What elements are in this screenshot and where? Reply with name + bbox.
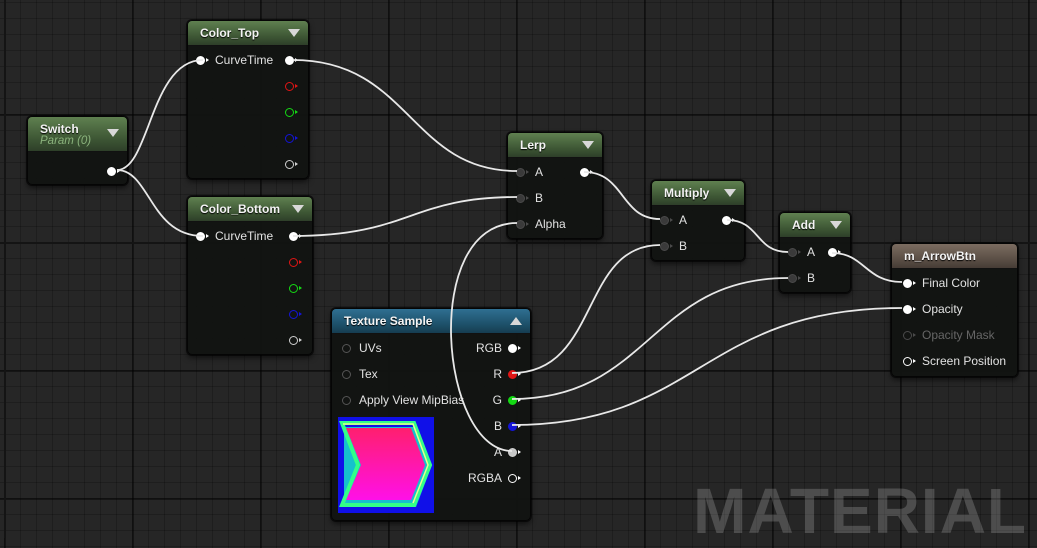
texture-sample-node[interactable]: Texture Sample UVs Tex Apply View MipBia… <box>331 308 531 521</box>
color-top-curvetime-label: CurveTime <box>215 53 274 67</box>
texture-preview-thumbnail <box>338 417 434 513</box>
wire-texture-g-to-add-b <box>511 277 789 400</box>
final-color-input-pin[interactable] <box>903 279 916 288</box>
material-result-node-title: m_ArrowBtn <box>904 249 977 263</box>
texture-sample-node-title: Texture Sample <box>344 314 433 328</box>
multiply-node[interactable]: Multiply A B <box>651 180 745 261</box>
color-bottom-curvetime-input-pin[interactable] <box>196 232 209 241</box>
color-bottom-b-output-pin[interactable] <box>289 310 302 319</box>
collapse-arrow-icon[interactable] <box>510 317 522 325</box>
material-result-node[interactable]: m_ArrowBtn Final Color Opacity Opacity M… <box>891 243 1018 377</box>
lerp-node-title: Lerp <box>520 138 547 152</box>
switch-node[interactable]: Switch Param (0) <box>27 116 128 185</box>
add-a-label: A <box>807 245 816 259</box>
color-bottom-output-pin[interactable] <box>289 232 302 241</box>
wire-color-top-to-lerp-a <box>292 59 518 172</box>
texture-sample-node-header[interactable]: Texture Sample <box>332 309 530 334</box>
switch-node-subtitle: Param (0) <box>40 135 92 147</box>
color-top-a-output-pin[interactable] <box>285 160 298 169</box>
color-top-node-header[interactable]: Color_Top <box>188 21 308 46</box>
color-top-node-title: Color_Top <box>200 26 260 40</box>
lerp-node[interactable]: Lerp A B Alpha <box>507 132 603 239</box>
collapse-arrow-icon[interactable] <box>582 141 594 149</box>
lerp-node-header[interactable]: Lerp <box>508 133 602 158</box>
color-bottom-curvetime-label: CurveTime <box>215 229 274 243</box>
texture-rgba-output-pin[interactable] <box>508 474 521 483</box>
add-node-header[interactable]: Add <box>780 213 850 238</box>
multiply-a-input-pin[interactable] <box>660 216 673 225</box>
collapse-arrow-icon[interactable] <box>724 189 736 197</box>
wire-texture-b-to-opacity <box>511 307 903 426</box>
texture-r-label: R <box>493 367 502 381</box>
add-output-pin[interactable] <box>828 248 841 257</box>
collapse-arrow-icon[interactable] <box>107 129 119 137</box>
lerp-alpha-label: Alpha <box>535 217 566 231</box>
add-node-title: Add <box>792 218 816 232</box>
color-top-g-output-pin[interactable] <box>285 108 298 117</box>
add-a-input-pin[interactable] <box>788 248 801 257</box>
add-node[interactable]: Add A B <box>779 212 851 293</box>
texture-g-output-pin[interactable] <box>508 396 521 405</box>
screen-position-input-pin[interactable] <box>903 357 916 366</box>
multiply-output-pin[interactable] <box>722 216 735 225</box>
texture-rgba-label: RGBA <box>467 471 502 485</box>
texture-b-label: B <box>493 419 502 433</box>
wire-texture-r-to-multiply-b <box>511 244 661 374</box>
material-result-node-header[interactable]: m_ArrowBtn <box>892 244 1017 269</box>
lerp-a-label: A <box>535 165 544 179</box>
final-color-label: Final Color <box>922 276 981 290</box>
texture-tex-input-pin[interactable] <box>342 370 351 379</box>
texture-tex-label: Tex <box>359 367 378 381</box>
lerp-b-label: B <box>535 191 544 205</box>
add-b-input-pin[interactable] <box>788 274 801 283</box>
switch-node-header[interactable]: Switch Param (0) <box>28 117 127 152</box>
add-b-label: B <box>807 271 816 285</box>
texture-a-output-pin[interactable] <box>508 448 521 457</box>
color-bottom-node[interactable]: Color_Bottom CurveTime <box>187 196 313 355</box>
texture-rgb-label: RGB <box>475 341 502 355</box>
switch-node-title: Switch <box>40 122 79 136</box>
lerp-a-input-pin[interactable] <box>516 168 529 177</box>
color-top-output-pin[interactable] <box>285 56 298 65</box>
color-bottom-node-title: Color_Bottom <box>200 202 280 216</box>
texture-uvs-input-pin[interactable] <box>342 344 351 353</box>
texture-r-output-pin[interactable] <box>508 370 521 379</box>
multiply-node-title: Multiply <box>664 186 710 200</box>
wire-color-bottom-to-lerp-b <box>292 196 518 237</box>
color-top-r-output-pin[interactable] <box>285 82 298 91</box>
color-top-curvetime-input-pin[interactable] <box>196 56 209 65</box>
opacity-mask-input-pin[interactable] <box>903 331 916 340</box>
lerp-b-input-pin[interactable] <box>516 194 529 203</box>
color-top-node[interactable]: Color_Top CurveTime <box>187 20 309 179</box>
lerp-output-pin[interactable] <box>580 168 593 177</box>
texture-uvs-label: UVs <box>359 341 382 355</box>
texture-a-label: A <box>493 445 502 459</box>
texture-mipbias-label: Apply View MipBias <box>359 393 465 407</box>
color-bottom-a-output-pin[interactable] <box>289 336 302 345</box>
texture-g-label: G <box>492 393 502 407</box>
collapse-arrow-icon[interactable] <box>292 205 304 213</box>
multiply-b-label: B <box>679 239 688 253</box>
texture-mipbias-input-pin[interactable] <box>342 396 351 405</box>
opacity-input-pin[interactable] <box>903 305 916 314</box>
material-watermark: MATERIAL <box>693 475 1027 547</box>
lerp-alpha-input-pin[interactable] <box>516 220 529 229</box>
multiply-a-label: A <box>679 213 688 227</box>
arrow-chevron-icon <box>338 417 434 513</box>
multiply-node-header[interactable]: Multiply <box>652 181 744 206</box>
multiply-b-input-pin[interactable] <box>660 242 673 251</box>
color-bottom-r-output-pin[interactable] <box>289 258 302 267</box>
switch-output-pin[interactable] <box>107 167 120 176</box>
texture-rgb-output-pin[interactable] <box>508 344 521 353</box>
collapse-arrow-icon[interactable] <box>288 29 300 37</box>
opacity-label: Opacity <box>922 302 963 316</box>
screen-position-label: Screen Position <box>922 354 1007 368</box>
color-bottom-node-header[interactable]: Color_Bottom <box>188 197 312 222</box>
collapse-arrow-icon[interactable] <box>830 221 842 229</box>
texture-b-output-pin[interactable] <box>508 422 521 431</box>
opacity-mask-label: Opacity Mask <box>922 328 995 342</box>
color-top-b-output-pin[interactable] <box>285 134 298 143</box>
color-bottom-g-output-pin[interactable] <box>289 284 302 293</box>
